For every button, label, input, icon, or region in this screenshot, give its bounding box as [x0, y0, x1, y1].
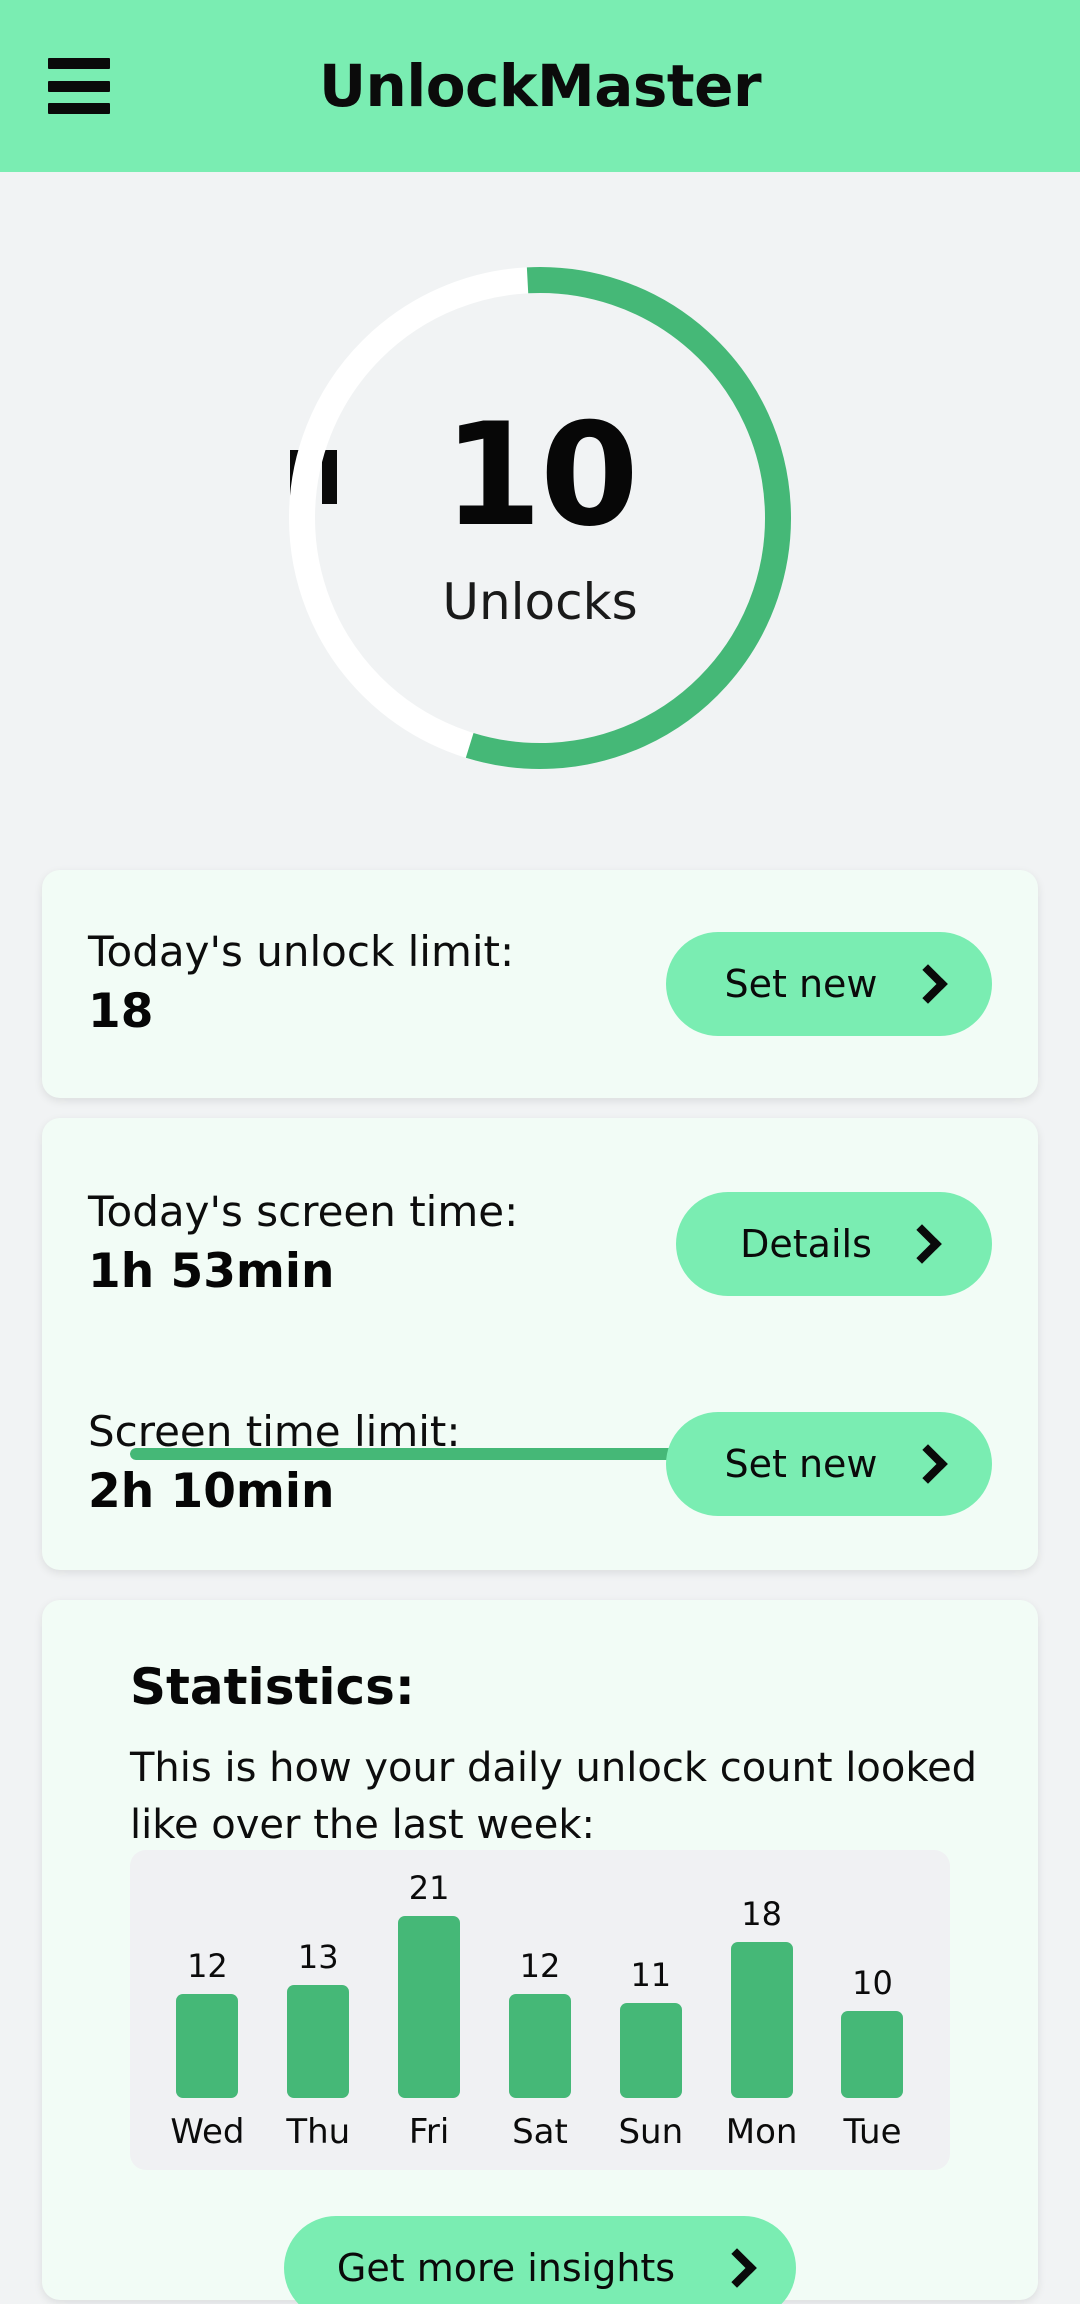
statistics-description: This is how your daily unlock count look… [130, 1745, 978, 1848]
chart-bar [730, 1942, 793, 2098]
chart-bar-group: 18 Mon [722, 1895, 802, 2152]
chart-bar-group: 21 Fri [389, 1869, 469, 2152]
chart-bar [398, 1916, 461, 2098]
screen-time-limit-caption: Screen time limit: [88, 1407, 461, 1457]
get-more-insights-button[interactable]: Get more insights [284, 2216, 796, 2304]
chart-bar-label: Mon [725, 2112, 798, 2152]
chart-bar-group: 12 Sat [500, 1947, 580, 2152]
chart-bar-label: Fri [408, 2112, 450, 2152]
chart-bar-value: 10 [852, 1964, 893, 2002]
screen-time-limit-text: Screen time limit: 2h 10min [88, 1406, 461, 1521]
screen-time-limit-row: Screen time limit: 2h 10min Set new [42, 1390, 1038, 1538]
set-new-unlock-limit-label: Set new [724, 962, 878, 1006]
app-root: UnlockMaster 10 Unlocks Today's unlock l… [0, 0, 1080, 2304]
page-title: UnlockMaster [318, 52, 762, 120]
set-new-screen-time-limit-label: Set new [724, 1442, 878, 1486]
today-screen-time-caption: Today's screen time: [88, 1187, 519, 1237]
chart-bar-label: Thu [286, 2112, 351, 2152]
unlock-limit-value: 18 [88, 983, 154, 1039]
hamburger-bar-1 [48, 58, 110, 69]
unlock-limit-text: Today's unlock limit: 18 [88, 926, 514, 1041]
chart-bar-label: Sun [618, 2112, 684, 2152]
hamburger-bar-2 [48, 80, 110, 92]
app-bar: UnlockMaster [0, 0, 1080, 172]
chart-bar-group: 11 Sun [611, 1956, 691, 2152]
chart-bar-value: 18 [741, 1895, 782, 1933]
today-screen-time-text: Today's screen time: 1h 53min [88, 1186, 518, 1301]
chart-bar [841, 2011, 904, 2098]
hamburger-menu-icon[interactable] [48, 58, 110, 114]
today-screen-time-value: 1h 53min [88, 1243, 335, 1299]
chart-bar-value: 12 [519, 1947, 561, 1985]
chevron-right-icon [912, 1445, 934, 1483]
unlock-limit-caption: Today's unlock limit: [88, 927, 515, 977]
get-more-insights-wrap: Get more insights [284, 2216, 796, 2304]
chart-bar-value: 11 [630, 1956, 672, 1994]
unlock-gauge-section: 10 Unlocks [0, 172, 1080, 852]
chevron-right-icon [906, 1225, 928, 1263]
screen-time-limit-value: 2h 10min [88, 1463, 335, 1519]
weekly-unlocks-chart: 12 Wed 13 Thu 21 Fri 12 Sat 11 Sun 18 Mon 10 Tue [130, 1850, 950, 2170]
chart-bar-label: Sat [512, 2112, 568, 2152]
set-new-unlock-limit-button[interactable]: Set new [666, 932, 992, 1036]
chart-bar-label: Tue [843, 2112, 902, 2152]
screen-time-card: Today's screen time: 1h 53min Details Sc… [42, 1118, 1038, 1570]
statistics-title: Statistics: [130, 1658, 415, 1716]
today-screen-time-row: Today's screen time: 1h 53min Details [42, 1170, 1038, 1318]
unlock-limit-row: Today's unlock limit: 18 Set new [42, 910, 1038, 1058]
set-new-screen-time-limit-button[interactable]: Set new [666, 1412, 992, 1516]
chart-bar-group: 13 Thu [278, 1938, 358, 2152]
chart-bar-value: 13 [297, 1938, 339, 1976]
chart-bars-container: 12 Wed 13 Thu 21 Fri 12 Sat 11 Sun 18 Mon 10 Tue [130, 1850, 950, 2170]
screen-time-details-label: Details [740, 1222, 872, 1266]
gauge-svg [289, 267, 791, 769]
chart-bar [508, 1994, 571, 2098]
hamburger-bar-3 [48, 103, 110, 114]
chart-bar [287, 1985, 350, 2098]
chart-bar [619, 2003, 682, 2098]
chart-bar [176, 1994, 239, 2098]
statistics-card: Statistics: This is how your daily unloc… [42, 1600, 1038, 2304]
unlock-gauge: 10 Unlocks [274, 252, 806, 784]
chart-bar-label: Wed [170, 2112, 245, 2152]
chevron-right-icon [912, 965, 934, 1003]
chart-bar-group: 12 Wed [167, 1947, 247, 2152]
chevron-right-icon [721, 2249, 743, 2287]
chart-bar-group: 10 Tue [832, 1964, 912, 2152]
get-more-insights-label: Get more insights [336, 2246, 676, 2290]
screen-time-details-button[interactable]: Details [676, 1192, 992, 1296]
chart-bar-value: 12 [187, 1947, 228, 1985]
chart-bar-value: 21 [408, 1869, 450, 1907]
unlock-limit-card: Today's unlock limit: 18 Set new [42, 870, 1038, 1098]
